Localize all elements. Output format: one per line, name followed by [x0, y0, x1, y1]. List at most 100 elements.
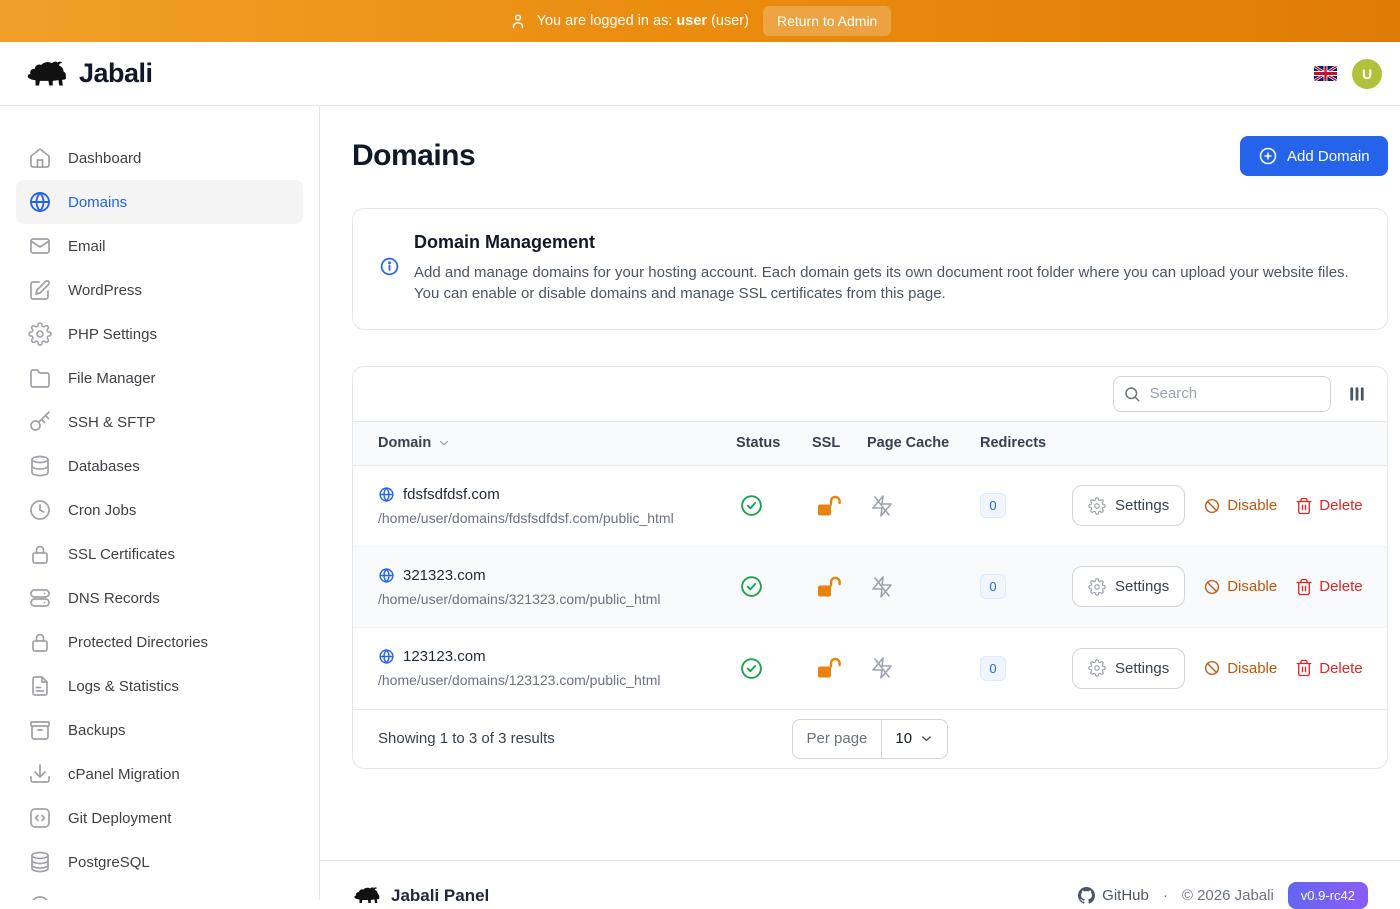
sidebar-item-label: SSL Certificates: [68, 546, 175, 563]
per-page-control: Per page 10: [792, 719, 949, 759]
redirects-count-badge[interactable]: 0: [980, 656, 1006, 681]
delete-button[interactable]: Delete: [1295, 578, 1362, 596]
page-cache-off-icon[interactable]: [867, 494, 980, 518]
user-avatar[interactable]: U: [1352, 59, 1382, 89]
boar-icon: [352, 885, 382, 906]
sidebar-item-file-manager[interactable]: File Manager: [16, 356, 303, 400]
domain-path: /home/user/domains/fdsfsdfdsf.com/public…: [378, 510, 736, 526]
gear-icon: [28, 322, 52, 346]
sidebar-item-logs-statistics[interactable]: Logs & Statistics: [16, 664, 303, 708]
trash-icon: [1295, 659, 1313, 677]
logged-in-as: You are logged in as: user (user): [509, 12, 749, 30]
sidebar-item-wordpress[interactable]: WordPress: [16, 268, 303, 312]
sidebar: Dashboard Domains Email WordPress PHP Se…: [0, 106, 320, 900]
redirects-count-badge[interactable]: 0: [980, 574, 1006, 599]
table-row: 321323.com /home/user/domains/321323.com…: [353, 547, 1387, 628]
domain-link[interactable]: 321323.com: [403, 567, 486, 584]
sidebar-item-ssl-certificates[interactable]: SSL Certificates: [16, 532, 303, 576]
brand-logo[interactable]: Jabali: [24, 57, 153, 91]
sidebar-item-domains[interactable]: Domains: [16, 180, 303, 224]
file-text-icon: [28, 674, 52, 698]
columns-toggle-button[interactable]: [1345, 382, 1369, 406]
domain-link[interactable]: 123123.com: [403, 648, 486, 665]
disable-button[interactable]: Disable: [1203, 497, 1277, 515]
logged-in-role: (user): [711, 13, 749, 29]
page-cache-off-icon[interactable]: [867, 656, 980, 680]
delete-button[interactable]: Delete: [1295, 497, 1362, 515]
sidebar-item-cpanel-migration[interactable]: cPanel Migration: [16, 752, 303, 796]
page-cache-off-icon[interactable]: [867, 575, 980, 599]
sidebar-item-postgresql[interactable]: PostgreSQL: [16, 840, 303, 884]
column-header-domain[interactable]: Domain: [378, 435, 736, 451]
brand-name: Jabali: [79, 58, 153, 89]
mail-icon: [28, 234, 52, 258]
github-link[interactable]: GitHub: [1078, 887, 1149, 904]
database-icon: [28, 850, 52, 874]
settings-button[interactable]: Settings: [1072, 648, 1185, 689]
sidebar-item-backups[interactable]: Backups: [16, 708, 303, 752]
add-domain-button[interactable]: Add Domain: [1240, 136, 1388, 176]
logged-in-prefix: You are logged in as:: [537, 13, 673, 29]
sidebar-item-label: Domains: [68, 194, 127, 211]
sidebar-item-protected-directories[interactable]: Protected Directories: [16, 620, 303, 664]
table-row: fdsfsdfdsf.com /home/user/domains/fdsfsd…: [353, 466, 1387, 547]
status-enabled-icon: [736, 493, 812, 518]
sidebar-item-ssh-sftp[interactable]: SSH & SFTP: [16, 400, 303, 444]
footer-copyright: © 2026 Jabali: [1182, 887, 1274, 904]
footer-brand-name: Jabali Panel: [391, 886, 489, 906]
clock-icon: [28, 498, 52, 522]
settings-button[interactable]: Settings: [1072, 566, 1185, 607]
sidebar-item-php-settings[interactable]: PHP Settings: [16, 312, 303, 356]
disable-button[interactable]: Disable: [1203, 659, 1277, 677]
delete-button[interactable]: Delete: [1295, 659, 1362, 677]
sidebar-item-cron-jobs[interactable]: Cron Jobs: [16, 488, 303, 532]
settings-button[interactable]: Settings: [1072, 485, 1185, 526]
version-badge[interactable]: v0.9-rc42: [1288, 882, 1368, 909]
per-page-select[interactable]: 10: [882, 720, 947, 758]
return-to-admin-button[interactable]: Return to Admin: [763, 6, 891, 36]
page-footer: Jabali Panel GitHub · © 2026 Jabali v0.9…: [320, 860, 1400, 909]
gear-icon: [1088, 497, 1106, 515]
main-content: Domains Add Domain Domain Management Add…: [320, 106, 1400, 900]
disable-button[interactable]: Disable: [1203, 578, 1277, 596]
table-row: 123123.com /home/user/domains/123123.com…: [353, 628, 1387, 709]
domain-link[interactable]: fdsfsdfdsf.com: [403, 486, 500, 503]
logged-in-username: user: [676, 13, 707, 29]
globe-icon: [378, 486, 395, 503]
per-page-label: Per page: [793, 720, 883, 758]
search-box: [1113, 376, 1331, 412]
sidebar-item-label: DNS Records: [68, 590, 160, 607]
redirects-count-badge[interactable]: 0: [980, 493, 1006, 518]
slash-circle-icon: [1203, 659, 1221, 677]
uk-flag-icon[interactable]: [1314, 66, 1337, 81]
server-icon: [28, 586, 52, 610]
page-title: Domains: [352, 139, 475, 173]
footer-separator: ·: [1163, 887, 1168, 904]
sidebar-item-label: Databases: [68, 458, 140, 475]
slash-circle-icon: [1203, 497, 1221, 515]
gear-icon: [1088, 659, 1106, 677]
impersonation-bar: You are logged in as: user (user) Return…: [0, 0, 1400, 42]
chevron-down-icon: [919, 731, 934, 746]
sidebar-item-git-deployment[interactable]: Git Deployment: [16, 796, 303, 840]
sidebar-item-dns-records[interactable]: DNS Records: [16, 576, 303, 620]
column-header-ssl: SSL: [812, 435, 867, 451]
ssl-unlocked-icon[interactable]: [812, 493, 867, 519]
sidebar-item-dashboard[interactable]: Dashboard: [16, 136, 303, 180]
ssl-unlocked-icon[interactable]: [812, 574, 867, 600]
sidebar-item-label: PostgreSQL: [68, 854, 150, 871]
search-input[interactable]: [1113, 376, 1331, 412]
ssl-unlocked-icon[interactable]: [812, 655, 867, 681]
trash-icon: [1295, 578, 1313, 596]
home-icon: [28, 146, 52, 170]
pagination-bar: Showing 1 to 3 of 3 results Per page 10: [353, 709, 1387, 768]
sidebar-item-email[interactable]: Email: [16, 224, 303, 268]
info-icon: [379, 256, 400, 282]
sidebar-item-label: File Manager: [68, 370, 156, 387]
sidebar-item-databases[interactable]: Databases: [16, 444, 303, 488]
domains-table-card: Domain Status SSL Page Cache Redirects f…: [352, 366, 1388, 769]
columns-icon: [1347, 384, 1367, 404]
status-enabled-icon: [736, 574, 812, 599]
sidebar-item-partial[interactable]: [16, 884, 303, 900]
download-icon: [28, 762, 52, 786]
